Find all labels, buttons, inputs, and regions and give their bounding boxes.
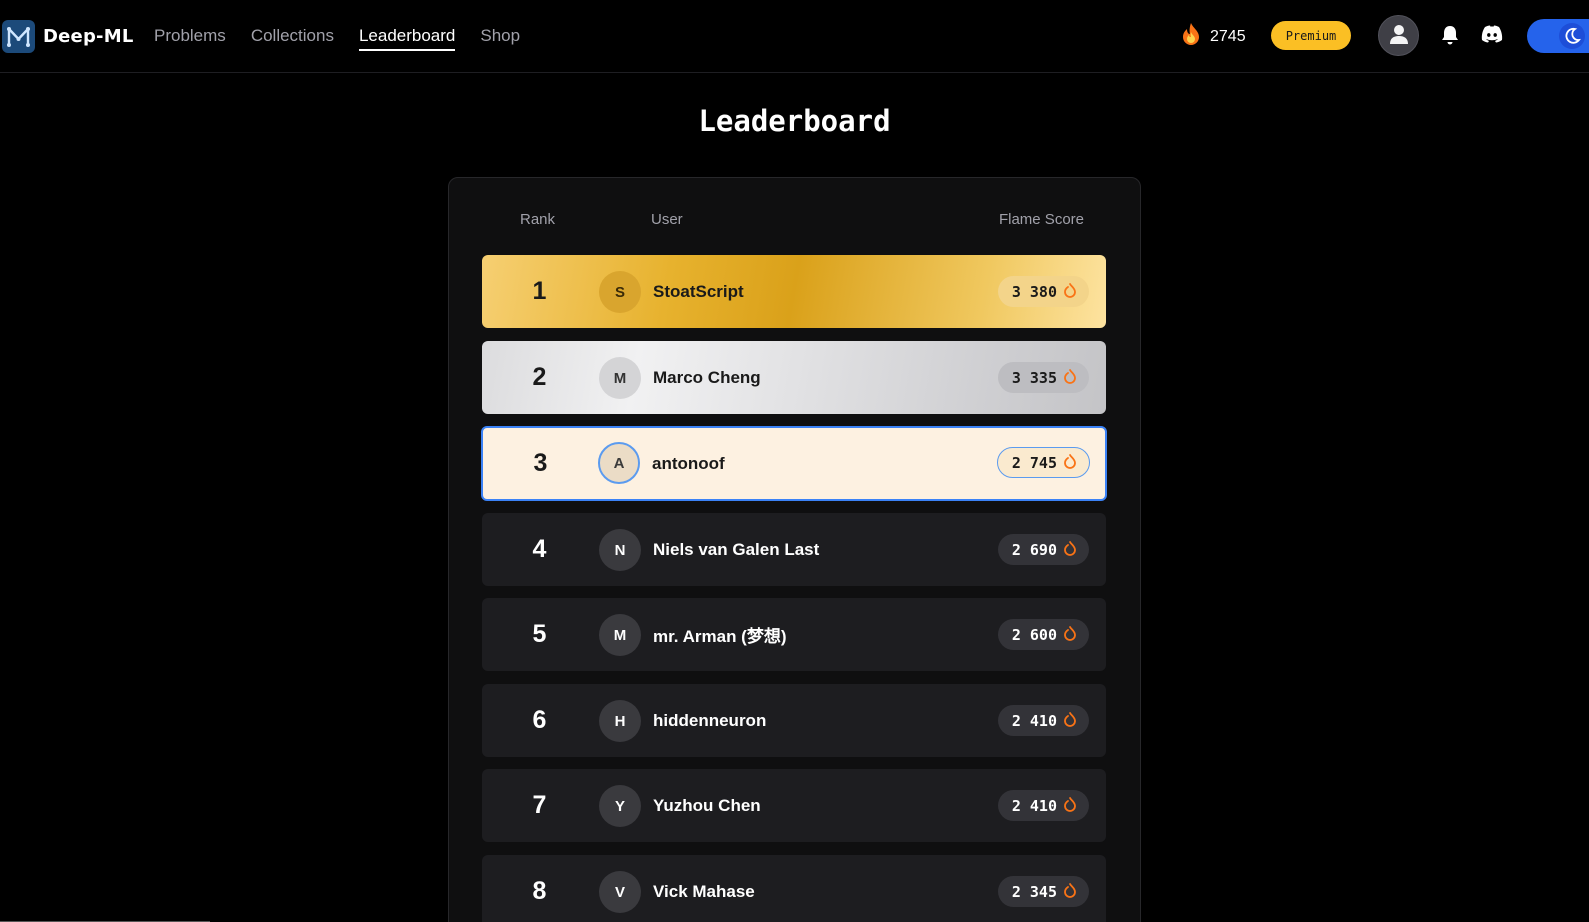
flame-icon bbox=[1063, 282, 1077, 302]
score-badge: 2 410 bbox=[997, 705, 1089, 736]
score-value: 2 410 bbox=[1011, 796, 1057, 815]
user-name: Yuzhou Chen bbox=[653, 795, 761, 815]
discord-icon[interactable] bbox=[1481, 25, 1503, 48]
leaderboard-row[interactable]: 4 N Niels van Galen Last 2 690 bbox=[482, 513, 1106, 586]
user-name: StoatScript bbox=[653, 281, 744, 301]
avatar: N bbox=[599, 529, 641, 571]
main-nav: Problems Collections Leaderboard Shop bbox=[154, 25, 520, 51]
leaderboard-row[interactable]: 6 H hiddenneuron 2 410 bbox=[482, 684, 1106, 757]
bell-icon[interactable] bbox=[1441, 25, 1459, 50]
premium-button[interactable]: Premium bbox=[1271, 21, 1351, 50]
nav-collections[interactable]: Collections bbox=[251, 25, 334, 51]
rank-number: 6 bbox=[532, 706, 547, 734]
score-value: 2 745 bbox=[1011, 453, 1057, 472]
score-value: 2 600 bbox=[1011, 625, 1057, 644]
nav-shop[interactable]: Shop bbox=[480, 25, 520, 51]
leaderboard-row[interactable]: 2 M Marco Cheng 3 335 bbox=[482, 341, 1106, 414]
page-title: Leaderboard bbox=[698, 104, 891, 138]
moon-icon bbox=[1559, 23, 1585, 49]
flame-score-indicator: 2745 bbox=[1180, 22, 1246, 51]
deep-ml-logo-icon bbox=[2, 20, 35, 53]
score-badge: 2 690 bbox=[997, 534, 1089, 565]
score-badge: 3 380 bbox=[997, 276, 1089, 307]
flame-icon bbox=[1063, 368, 1077, 388]
score-value: 2 410 bbox=[1011, 711, 1057, 730]
score-badge: 2 600 bbox=[997, 619, 1089, 650]
score-badge: 2 345 bbox=[997, 876, 1089, 907]
fire-icon bbox=[1180, 22, 1202, 51]
leaderboard-row[interactable]: 7 Y Yuzhou Chen 2 410 bbox=[482, 769, 1106, 842]
leaderboard-row[interactable]: 8 V Vick Mahase 2 345 bbox=[482, 855, 1106, 922]
nav-leaderboard[interactable]: Leaderboard bbox=[358, 25, 456, 51]
user-icon bbox=[1388, 23, 1410, 48]
avatar: A bbox=[598, 442, 640, 484]
user-name: hiddenneuron bbox=[653, 710, 767, 730]
avatar: H bbox=[599, 700, 641, 742]
top-navigation-bar: Deep-ML Problems Collections Leaderboard… bbox=[0, 0, 1589, 73]
user-name: antonoof bbox=[652, 453, 725, 473]
avatar: M bbox=[599, 357, 641, 399]
rank-number: 4 bbox=[532, 535, 547, 563]
flame-icon bbox=[1063, 625, 1077, 645]
column-header-user: User bbox=[651, 211, 683, 228]
score-value: 3 335 bbox=[1011, 368, 1057, 387]
avatar: Y bbox=[599, 785, 641, 827]
column-header-flame-score: Flame Score bbox=[998, 211, 1084, 228]
user-name: mr. Arman (梦想) bbox=[653, 627, 787, 646]
flame-icon bbox=[1063, 796, 1077, 816]
rank-number: 7 bbox=[532, 791, 547, 819]
leaderboard-table: Rank User Flame Score 1 S StoatScript 3 … bbox=[448, 177, 1141, 922]
leaderboard-row[interactable]: 1 S StoatScript 3 380 bbox=[482, 255, 1106, 328]
score-badge: 2 410 bbox=[997, 790, 1089, 821]
logo-text: Deep-ML bbox=[43, 26, 134, 47]
score-badge: 3 335 bbox=[997, 362, 1089, 393]
avatar: S bbox=[599, 271, 641, 313]
user-name: Vick Mahase bbox=[653, 881, 755, 901]
flame-icon bbox=[1063, 711, 1077, 731]
score-badge: 2 745 bbox=[996, 447, 1090, 478]
score-value: 2 345 bbox=[1011, 882, 1057, 901]
rank-number: 1 bbox=[532, 277, 547, 305]
rank-number: 5 bbox=[532, 620, 547, 648]
leaderboard-row[interactable]: 5 M mr. Arman (梦想) 2 600 bbox=[482, 598, 1106, 671]
flame-count-value: 2745 bbox=[1210, 27, 1246, 45]
logo-link[interactable]: Deep-ML bbox=[2, 20, 134, 53]
theme-toggle[interactable] bbox=[1527, 19, 1589, 53]
rank-number: 2 bbox=[532, 363, 547, 391]
rank-number: 8 bbox=[532, 877, 547, 905]
leaderboard-row-current-user[interactable]: 3 A antonoof 2 745 bbox=[481, 426, 1107, 501]
flame-icon bbox=[1063, 540, 1077, 560]
avatar: M bbox=[599, 614, 641, 656]
rank-number: 3 bbox=[533, 449, 548, 477]
score-value: 2 690 bbox=[1011, 540, 1057, 559]
user-name: Niels van Galen Last bbox=[653, 539, 820, 559]
flame-icon bbox=[1063, 453, 1077, 473]
flame-icon bbox=[1063, 882, 1077, 902]
score-value: 3 380 bbox=[1011, 282, 1057, 301]
user-name: Marco Cheng bbox=[653, 367, 761, 387]
nav-problems[interactable]: Problems bbox=[154, 25, 226, 51]
column-header-rank: Rank bbox=[520, 211, 556, 228]
avatar: V bbox=[599, 871, 641, 913]
user-menu-button[interactable] bbox=[1378, 15, 1419, 56]
